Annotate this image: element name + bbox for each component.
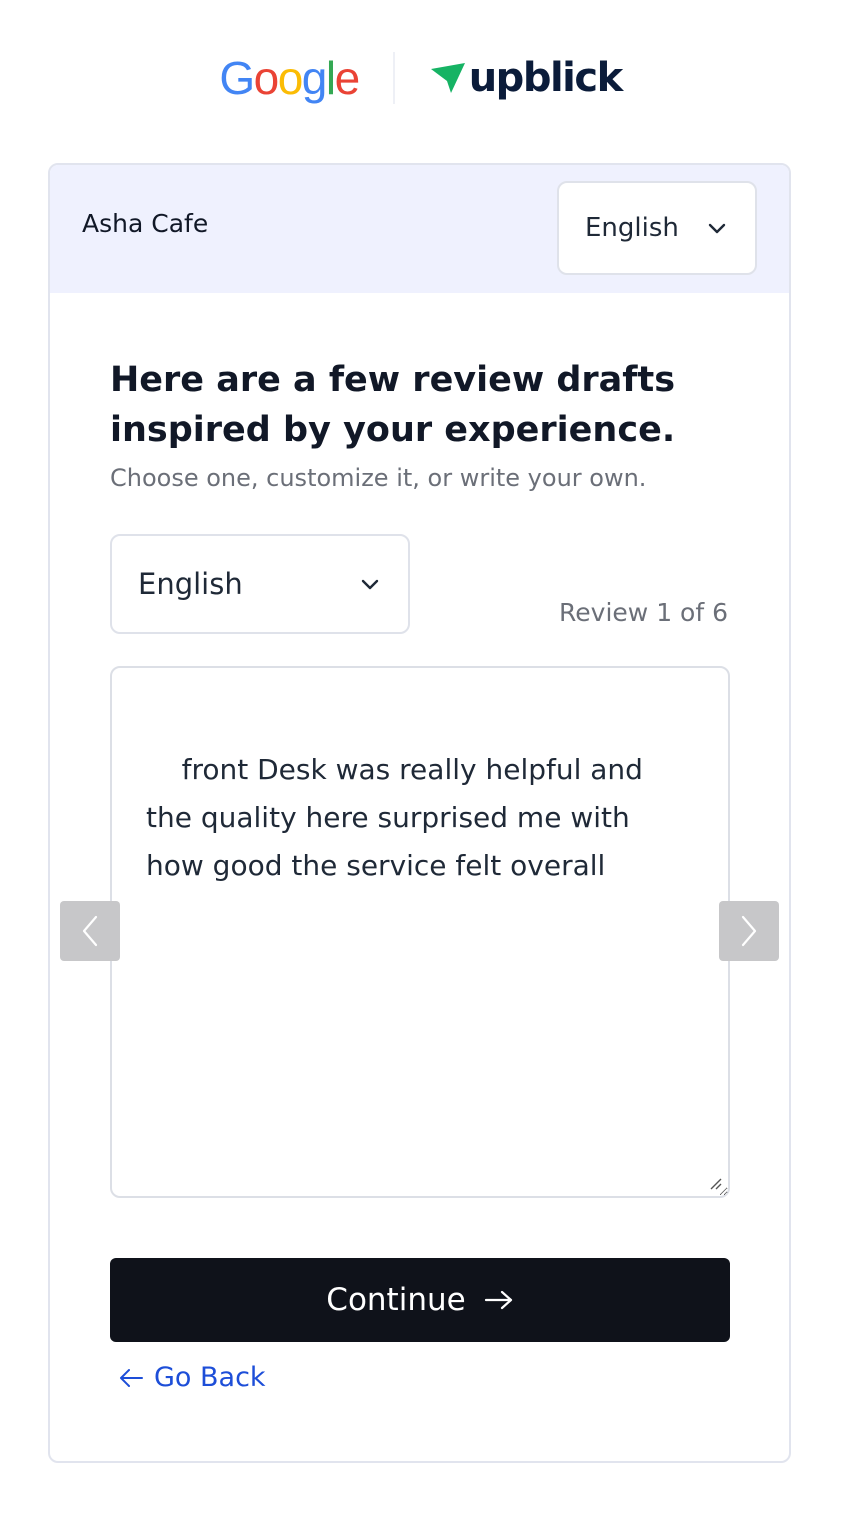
logo-bar: Google upblick (0, 48, 841, 108)
chevron-left-icon (82, 915, 98, 947)
google-logo-letter: G (219, 52, 255, 104)
google-logo-letter: l (325, 52, 336, 104)
page-title: Here are a few review drafts inspired by… (110, 360, 676, 450)
continue-label: Continue (326, 1282, 466, 1318)
arrow-right-icon (484, 1290, 512, 1310)
continue-button[interactable]: Continue (110, 1258, 730, 1342)
review-language-value: English (138, 567, 243, 601)
chevron-right-icon (741, 915, 757, 947)
review-textarea[interactable]: front Desk was really helpful and the qu… (110, 666, 730, 1198)
page-subtitle: Choose one, customize it, or write your … (110, 464, 647, 492)
review-card: Asha Cafe English Here are a few review … (48, 163, 791, 1463)
chevron-down-icon (361, 579, 379, 590)
review-language-select[interactable]: English (110, 534, 410, 634)
chevron-down-icon (708, 223, 726, 234)
resize-handle-icon[interactable] (706, 1174, 722, 1190)
upblick-arrow-icon (430, 63, 465, 93)
google-logo-letter: o (277, 52, 304, 104)
card-header: Asha Cafe English (50, 165, 789, 293)
go-back-label: Go Back (154, 1362, 266, 1393)
header-language-select[interactable]: English (557, 181, 757, 275)
google-logo-letter: o (253, 52, 280, 104)
google-logo: Google (219, 52, 361, 104)
review-text: front Desk was really helpful and the qu… (146, 753, 652, 882)
upblick-logo: upblick (429, 55, 623, 101)
previous-review-button[interactable] (60, 901, 120, 961)
google-logo-letter: g (301, 52, 328, 104)
business-name: Asha Cafe (82, 209, 209, 238)
go-back-link[interactable]: Go Back (118, 1362, 266, 1393)
review-counter: Review 1 of 6 (559, 598, 728, 627)
logo-divider (392, 52, 395, 104)
header-language-value: English (585, 213, 679, 243)
next-review-button[interactable] (719, 901, 779, 961)
google-logo-letter: e (334, 52, 361, 104)
upblick-wordmark: upblick (468, 55, 623, 101)
arrow-left-icon (120, 1368, 143, 1387)
